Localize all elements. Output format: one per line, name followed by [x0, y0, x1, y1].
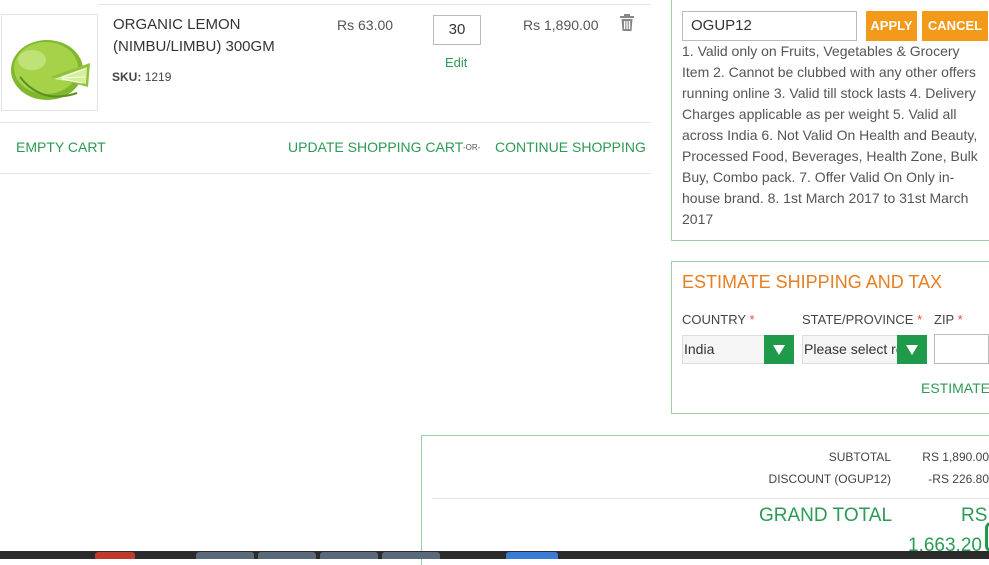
side-widget-tab[interactable]	[985, 522, 989, 552]
zip-label: ZIP *	[934, 312, 963, 327]
product-thumbnail[interactable]	[1, 14, 98, 111]
required-mark: *	[749, 312, 755, 327]
coupon-code-input[interactable]: OGUP12	[682, 11, 857, 41]
unit-price: Rs 63.00	[337, 17, 394, 33]
taskbar-app-button[interactable]	[196, 552, 254, 559]
sku-label: SKU:	[112, 70, 142, 84]
continue-shopping-button[interactable]: CONTINUE SHOPPING	[495, 139, 646, 155]
taskbar-app-button[interactable]	[382, 552, 440, 559]
empty-cart-button[interactable]: EMPTY CART	[16, 139, 106, 155]
grand-total-label: GRAND TOTAL	[759, 505, 893, 526]
or-separator: -OR-	[463, 143, 481, 152]
country-label: COUNTRY *	[682, 312, 755, 327]
lemon-image	[11, 40, 90, 100]
apply-coupon-button[interactable]: APPLY	[866, 11, 917, 41]
row-top-divider	[98, 4, 651, 5]
taskbar-app-button[interactable]	[506, 552, 558, 559]
required-mark: *	[917, 312, 923, 327]
zip-input[interactable]	[934, 334, 989, 364]
row-subtotal: Rs 1,890.00	[523, 17, 599, 33]
grand-total-currency: RS	[961, 505, 988, 526]
update-cart-button[interactable]: UPDATE SHOPPING CART	[288, 139, 463, 155]
chevron-down-icon[interactable]	[764, 335, 794, 364]
state-label-text: STATE/PROVINCE	[802, 312, 914, 327]
zip-label-text: ZIP	[934, 312, 954, 327]
sku-value: 1219	[144, 70, 172, 84]
edit-item-link[interactable]: Edit	[445, 55, 467, 70]
chevron-down-icon[interactable]	[897, 335, 927, 364]
estimate-button[interactable]: ESTIMATE	[921, 380, 989, 396]
cancel-coupon-button[interactable]: CANCEL	[922, 11, 988, 41]
row-divider	[0, 122, 651, 123]
coupon-terms: 1. Valid only on Fruits, Vegetables & Gr…	[682, 43, 978, 227]
totals-divider	[432, 498, 989, 499]
estimate-title: ESTIMATE SHIPPING AND TAX	[682, 272, 943, 292]
required-mark: *	[957, 312, 963, 327]
quantity-input[interactable]: 30	[433, 15, 481, 45]
country-label-text: COUNTRY	[682, 312, 746, 327]
discount-label: DISCOUNT (OGUP12)	[768, 472, 891, 486]
state-label: STATE/PROVINCE *	[802, 312, 922, 327]
discount-value: -RS 226.80	[928, 472, 989, 486]
taskbar	[0, 551, 989, 559]
subtotal-label: SUBTOTAL	[828, 450, 891, 464]
taskbar-app-button[interactable]	[320, 552, 378, 559]
taskbar-app-button[interactable]	[258, 552, 316, 559]
product-sku: SKU: 1219	[112, 70, 171, 84]
subtotal-value: RS 1,890.00	[922, 450, 989, 464]
trash-icon[interactable]	[619, 14, 635, 32]
taskbar-app-button[interactable]	[95, 552, 135, 559]
actions-divider	[0, 173, 651, 174]
product-name[interactable]: ORGANIC LEMON (NIMBU/LIMBU) 300GM	[113, 14, 313, 58]
